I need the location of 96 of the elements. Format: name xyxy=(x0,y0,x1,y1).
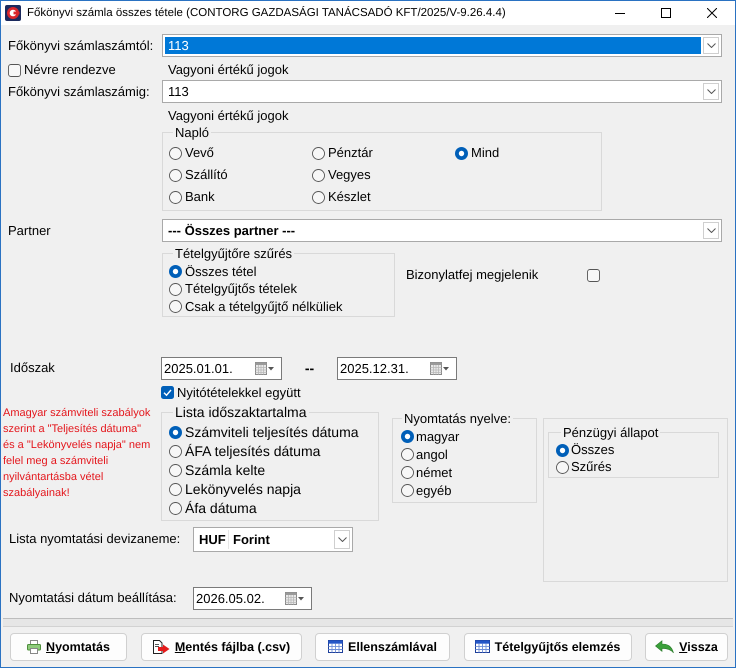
radio-label: Tételgyűjtős tételek xyxy=(185,281,298,298)
radio-button[interactable] xyxy=(312,146,325,160)
date-field[interactable]: 2026.05.02. xyxy=(193,586,312,610)
table-icon xyxy=(474,640,490,653)
checkbox[interactable] xyxy=(8,64,21,76)
chevron-down-icon xyxy=(706,228,716,233)
combo-box[interactable]: 113 xyxy=(162,34,722,57)
radio-label: Pénztár xyxy=(328,145,373,161)
field-label: Partner xyxy=(8,222,51,238)
radio-button[interactable] xyxy=(312,168,325,182)
radio-button[interactable] xyxy=(169,426,182,438)
table-icon xyxy=(328,640,344,653)
maximize-icon[interactable] xyxy=(661,8,671,18)
back-arrow-icon xyxy=(655,640,674,654)
radio-label: egyéb xyxy=(416,482,452,498)
group-title: Lista időszaktartalma xyxy=(174,404,308,420)
dropdown-button[interactable] xyxy=(334,530,350,548)
radio-label: Bank xyxy=(185,189,215,205)
radio-button[interactable] xyxy=(169,502,182,514)
checkbox[interactable] xyxy=(161,386,174,399)
action-button[interactable]: Mentés fájlba (.csv) xyxy=(140,632,302,660)
calendar-dropdown-icon[interactable] xyxy=(255,362,275,374)
radio-label: Csak a tételgyűjtő nélküliek xyxy=(185,298,343,315)
checkbox-label: Névre rendezve xyxy=(24,62,116,78)
radio-label: Vegyes xyxy=(328,167,371,183)
action-button[interactable]: Nyomtatás xyxy=(10,632,127,660)
dropdown-button[interactable] xyxy=(703,37,719,54)
radio-label: Szűrés xyxy=(571,459,612,475)
window-title: Főkönyvi számla összes tétele (CONTORG GAZDASÁGI TANÁCSADÓ KFT/2025/V-9.26.4.4) xyxy=(27,7,506,19)
action-button[interactable]: Vissza xyxy=(645,632,728,660)
checkbox-label: Bizonylatfej megjelenik xyxy=(406,267,538,283)
radio-button[interactable] xyxy=(169,146,182,160)
radio-label: Szállító xyxy=(185,167,228,183)
radio-label: Készlet xyxy=(328,189,371,205)
close-icon[interactable] xyxy=(707,8,717,18)
chevron-down-icon xyxy=(706,89,716,94)
date-field[interactable]: 2025.01.01. xyxy=(161,356,282,380)
radio-label: Lekönyvelés napja xyxy=(185,481,301,497)
calendar-dropdown-icon[interactable] xyxy=(430,362,450,374)
radio-button[interactable] xyxy=(169,444,182,458)
field-label: Lista nyomtatási devizaneme: xyxy=(9,531,180,547)
radio-label: magyar xyxy=(416,428,460,444)
radio-button[interactable] xyxy=(401,448,414,461)
radio-label: Áfa dátuma xyxy=(185,500,257,516)
dropdown-button[interactable] xyxy=(703,83,719,100)
warning-text: Amagyar számviteli szabályok szerint a "Teljesítés dátuma" és a "Lekönyvelés napja" nem felel meg a számviteli nyilvántartásba vétel szabályainak! xyxy=(3,406,152,500)
field-label: Időszak xyxy=(10,360,55,376)
radio-button[interactable] xyxy=(312,190,325,204)
printer-icon xyxy=(27,640,42,654)
radio-label: Számla kelte xyxy=(185,462,266,478)
field-label: Főkönyvi számlaszámtól: xyxy=(8,38,154,54)
group-title: Napló xyxy=(174,125,210,140)
radio-label: Vevő xyxy=(185,145,214,161)
combo-box[interactable]: 113 xyxy=(162,80,722,103)
field-label: Főkönyvi számlaszámig: xyxy=(8,84,150,100)
radio-label: Számviteli teljesítés dátuma xyxy=(185,424,359,440)
range-separator: -- xyxy=(304,360,316,376)
app-logo-icon xyxy=(5,5,21,21)
group-title: Tételgyűjtőre szűrés xyxy=(174,246,294,261)
radio-label: Összes xyxy=(571,442,614,458)
action-button[interactable]: Tételgyűjtős elemzés xyxy=(464,632,632,660)
radio-label: Mind xyxy=(471,145,500,161)
radio-button[interactable] xyxy=(401,430,414,443)
radio-label: angol xyxy=(416,446,448,462)
file-arrow-icon xyxy=(152,640,170,654)
field-label: Nyomtatási dátum beállítása: xyxy=(9,590,177,606)
account-name-text: Vagyoni értékű jogok xyxy=(168,108,288,124)
minimize-icon[interactable] xyxy=(615,12,625,14)
radio-button[interactable] xyxy=(556,460,569,474)
combo-box[interactable]: HUF Forint xyxy=(193,526,353,552)
action-button[interactable]: Ellenszámlával xyxy=(315,632,450,660)
radio-label: német xyxy=(416,464,452,480)
group-title: Pénzügyi állapot xyxy=(562,424,660,440)
calendar-dropdown-icon[interactable] xyxy=(285,592,305,604)
radio-button[interactable] xyxy=(169,190,182,204)
radio-button[interactable] xyxy=(169,168,182,182)
radio-button[interactable] xyxy=(169,482,182,496)
radio-button[interactable] xyxy=(401,466,414,479)
combo-box[interactable]: --- Összes partner --- xyxy=(162,219,722,242)
chevron-down-icon xyxy=(338,536,346,542)
checkbox-label: Nyitótételekkel együtt xyxy=(177,384,301,400)
account-name-text: Vagyoni értékű jogok xyxy=(168,62,288,78)
radio-button[interactable] xyxy=(556,444,569,456)
radio-button[interactable] xyxy=(401,484,414,497)
radio-button[interactable] xyxy=(169,265,182,278)
date-field[interactable]: 2025.12.31. xyxy=(337,356,457,380)
dropdown-button[interactable] xyxy=(703,222,719,239)
group-title: Nyomtatás nyelve: xyxy=(403,410,512,426)
radio-button[interactable] xyxy=(169,282,182,296)
radio-label: Összes tétel xyxy=(185,264,257,280)
checkbox[interactable] xyxy=(587,268,600,282)
radio-button[interactable] xyxy=(169,300,182,314)
radio-label: ÁFA teljesítés dátuma xyxy=(185,443,320,459)
radio-button[interactable] xyxy=(169,464,182,476)
radio-button[interactable] xyxy=(455,146,468,160)
chevron-down-icon xyxy=(706,43,716,48)
